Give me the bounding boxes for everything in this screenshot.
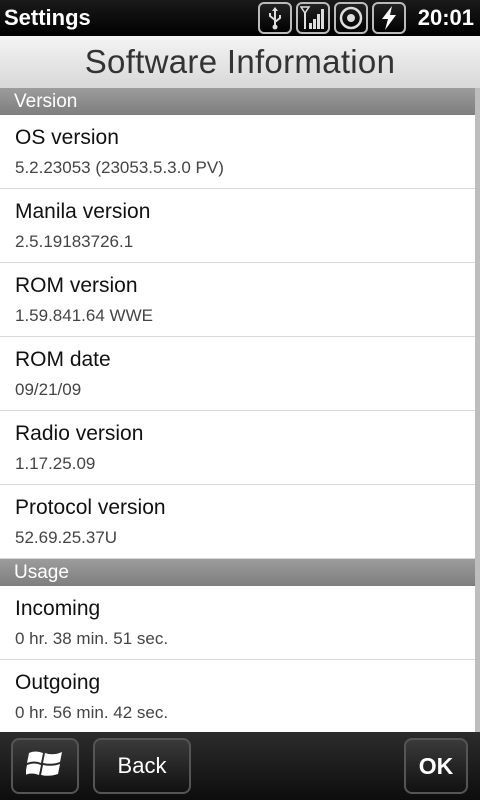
back-button[interactable]: Back — [93, 738, 191, 794]
section-header-usage: Usage — [0, 559, 475, 586]
settings-list[interactable]: Version OS version 5.2.23053 (23053.5.3.… — [0, 88, 480, 732]
item-label: Manila version — [15, 200, 151, 223]
status-icons: 20:01 — [257, 2, 480, 34]
list-item-manila-version[interactable]: Manila version 2.5.19183726.1 — [0, 189, 475, 263]
item-value: 5.2.23053 (23053.5.3.0 PV) — [15, 158, 224, 177]
list-item-outgoing[interactable]: Outgoing 0 hr. 56 min. 42 sec. — [0, 660, 475, 732]
item-value: 0 hr. 56 min. 42 sec. — [15, 703, 169, 722]
list-item-rom-version[interactable]: ROM version 1.59.841.64 WWE — [0, 263, 475, 337]
usb-icon[interactable] — [257, 2, 292, 34]
start-button[interactable] — [11, 738, 79, 794]
signal-icon[interactable] — [295, 2, 330, 34]
app-title: Settings — [4, 5, 91, 30]
charging-icon[interactable] — [371, 2, 406, 34]
item-value: 1.59.841.64 WWE — [15, 306, 153, 325]
list-item-protocol-version[interactable]: Protocol version 52.69.25.37U — [0, 485, 475, 559]
page-header: Software Information — [0, 36, 480, 88]
item-label: Incoming — [15, 597, 101, 620]
disc-icon[interactable] — [333, 2, 368, 34]
item-value: 52.69.25.37U — [15, 528, 118, 547]
page-title: Software Information — [84, 43, 396, 80]
item-value: 1.17.25.09 — [15, 454, 96, 473]
item-label: ROM version — [15, 274, 138, 297]
list-item-os-version[interactable]: OS version 5.2.23053 (23053.5.3.0 PV) — [0, 115, 475, 189]
windows-icon — [25, 747, 64, 786]
item-label: Radio version — [15, 422, 144, 445]
item-label: Outgoing — [15, 671, 101, 694]
list-item-radio-version[interactable]: Radio version 1.17.25.09 — [0, 411, 475, 485]
item-value: 0 hr. 38 min. 51 sec. — [15, 629, 169, 648]
section-header-version: Version — [0, 88, 475, 115]
status-bar: Settings 20:01 — [0, 0, 480, 36]
ok-button[interactable]: OK — [404, 738, 468, 794]
scrollbar[interactable] — [475, 88, 480, 732]
item-value: 09/21/09 — [15, 380, 82, 399]
item-label: ROM date — [15, 348, 111, 371]
clock[interactable]: 20:01 — [418, 5, 474, 31]
list-item-rom-date[interactable]: ROM date 09/21/09 — [0, 337, 475, 411]
bottom-bar: Back OK — [0, 732, 480, 800]
list-item-incoming[interactable]: Incoming 0 hr. 38 min. 51 sec. — [0, 586, 475, 660]
item-label: OS version — [15, 126, 119, 149]
item-value: 2.5.19183726.1 — [15, 232, 134, 251]
item-label: Protocol version — [15, 496, 166, 519]
